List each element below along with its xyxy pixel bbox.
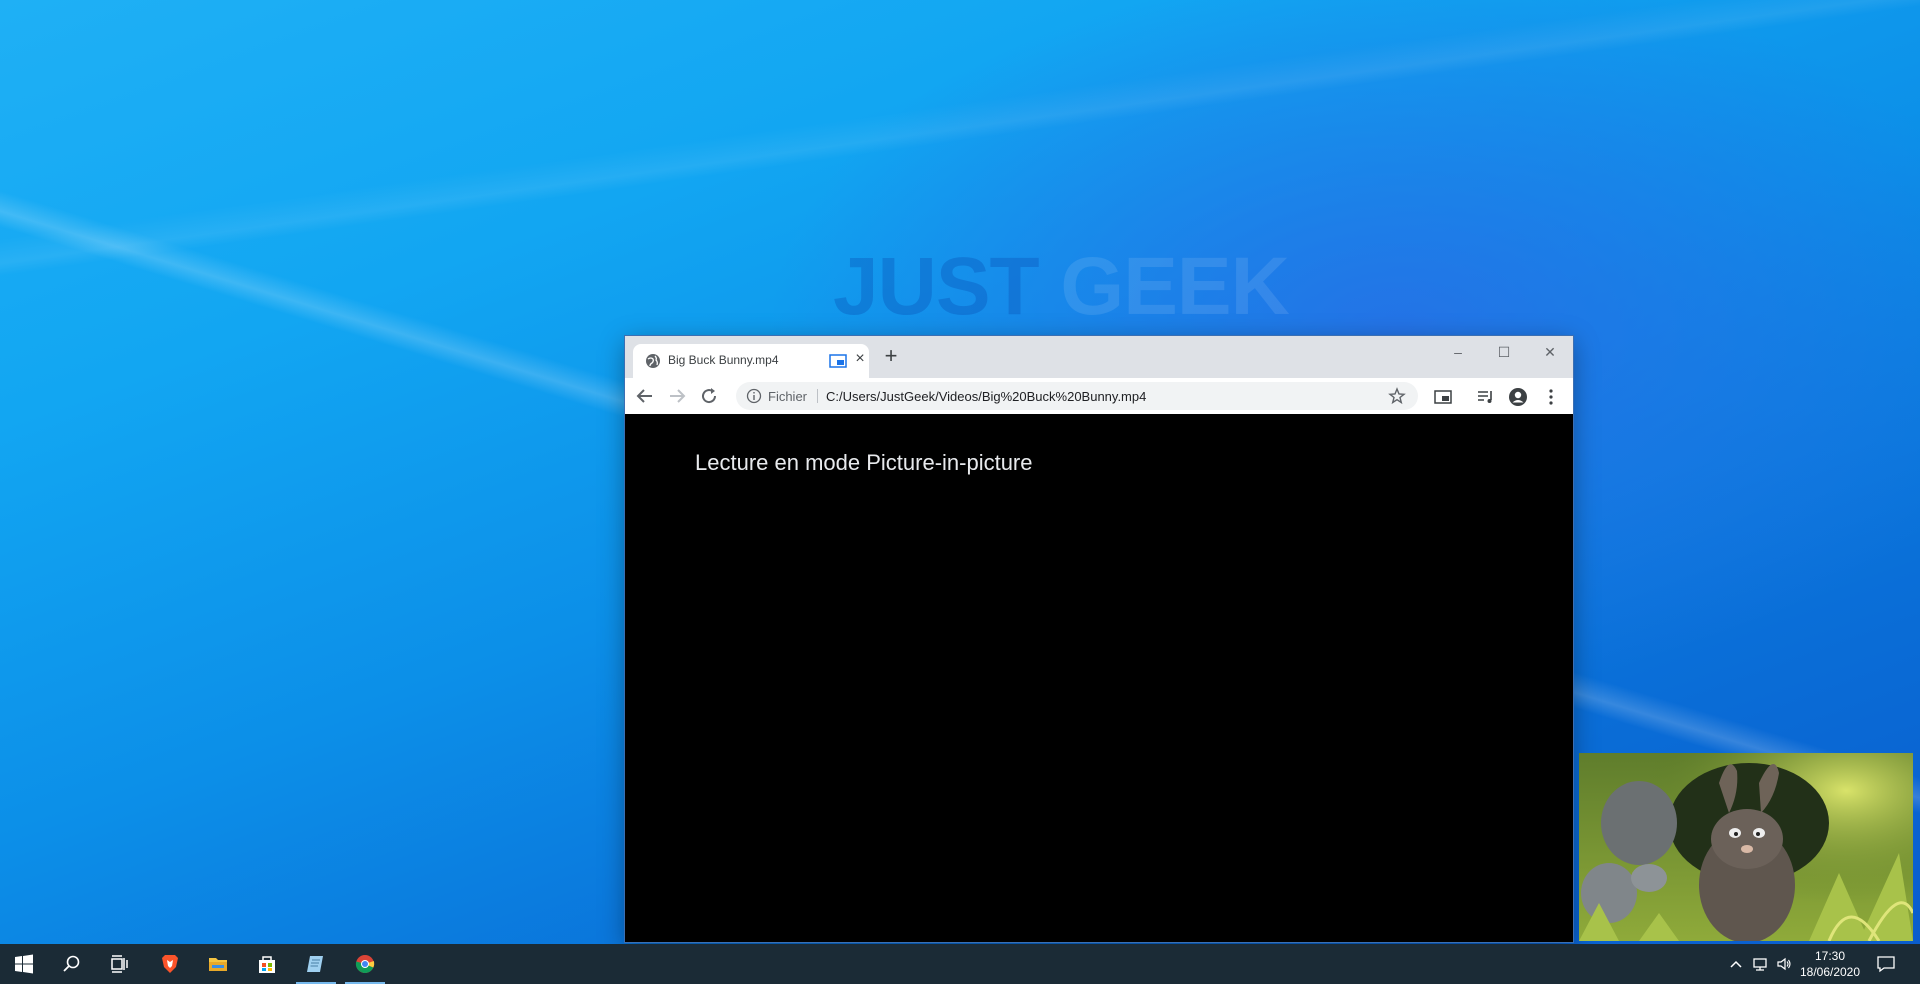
clock-time: 17:30 [1814,949,1846,963]
chrome-window: Big Buck Bunny.mp4 × + – ☐ ✕ Fichier C:/… [625,336,1573,942]
browser-toolbar: Fichier C:/Users/JustGeek/Videos/Big%20B… [625,378,1573,415]
file-explorer-button[interactable] [194,944,242,984]
network-icon[interactable] [1752,956,1768,972]
url-text[interactable]: C:/Users/JustGeek/Videos/Big%20Buck%20Bu… [826,389,1146,404]
file-explorer-icon [209,958,227,971]
start-button[interactable] [0,944,48,984]
watermark-just: JUST [833,241,1040,332]
notepad-icon [307,956,323,972]
forward-icon[interactable] [665,384,689,408]
reload-icon[interactable] [697,384,721,408]
notepad-button[interactable] [292,944,340,984]
chrome-icon [355,955,375,974]
maximize-button[interactable]: ☐ [1481,336,1527,368]
clock-date: 18/06/2020 [1799,965,1861,979]
big-buck-bunny-video-frame [1579,753,1913,941]
menu-kebab-icon[interactable] [1541,387,1561,407]
task-view-button[interactable] [96,944,144,984]
origin-label: Fichier [768,389,808,404]
globe-icon [646,354,660,368]
store-icon [259,956,275,973]
brave-icon [162,955,178,973]
address-bar[interactable]: Fichier C:/Users/JustGeek/Videos/Big%20B… [736,382,1418,410]
tab-big-buck-bunny[interactable]: Big Buck Bunny.mp4 × [633,344,869,378]
action-center-icon[interactable] [1876,954,1896,974]
tab-close-button[interactable]: × [852,350,868,368]
picture-in-picture-icon[interactable] [1433,387,1453,407]
new-tab-button[interactable]: + [879,345,903,367]
brave-browser-button[interactable] [146,944,194,984]
picture-in-picture-indicator-icon [829,354,847,368]
watermark-geek: GEEK [1060,241,1289,332]
watermark-logo: JUST GEEK [833,240,1290,334]
search-icon [63,955,80,972]
minimize-button[interactable]: – [1435,336,1481,368]
chrome-button[interactable] [341,944,389,984]
media-control-icon[interactable] [1476,387,1496,407]
omnibox-separator [817,389,818,403]
video-content-area: Lecture en mode Picture-in-picture [625,414,1573,942]
tab-title: Big Buck Bunny.mp4 [668,353,779,367]
system-clock[interactable]: 17:30 18/06/2020 [1796,948,1864,980]
volume-icon[interactable] [1776,956,1792,972]
pip-status-message: Lecture en mode Picture-in-picture [695,450,1033,475]
search-button[interactable] [48,944,96,984]
taskbar: 17:30 18/06/2020 [0,944,1920,984]
profile-avatar-icon[interactable] [1508,387,1528,407]
back-icon[interactable] [633,384,657,408]
pip-video-window[interactable] [1579,753,1913,941]
close-window-button[interactable]: ✕ [1527,336,1573,368]
title-bar[interactable]: Big Buck Bunny.mp4 × + – ☐ ✕ [625,336,1573,378]
start-icon [15,954,33,974]
chevron-up-icon[interactable] [1728,956,1744,972]
info-icon[interactable] [746,388,762,404]
store-button[interactable] [243,944,291,984]
task-view-icon [111,955,128,973]
bookmark-star-icon[interactable] [1388,387,1406,405]
